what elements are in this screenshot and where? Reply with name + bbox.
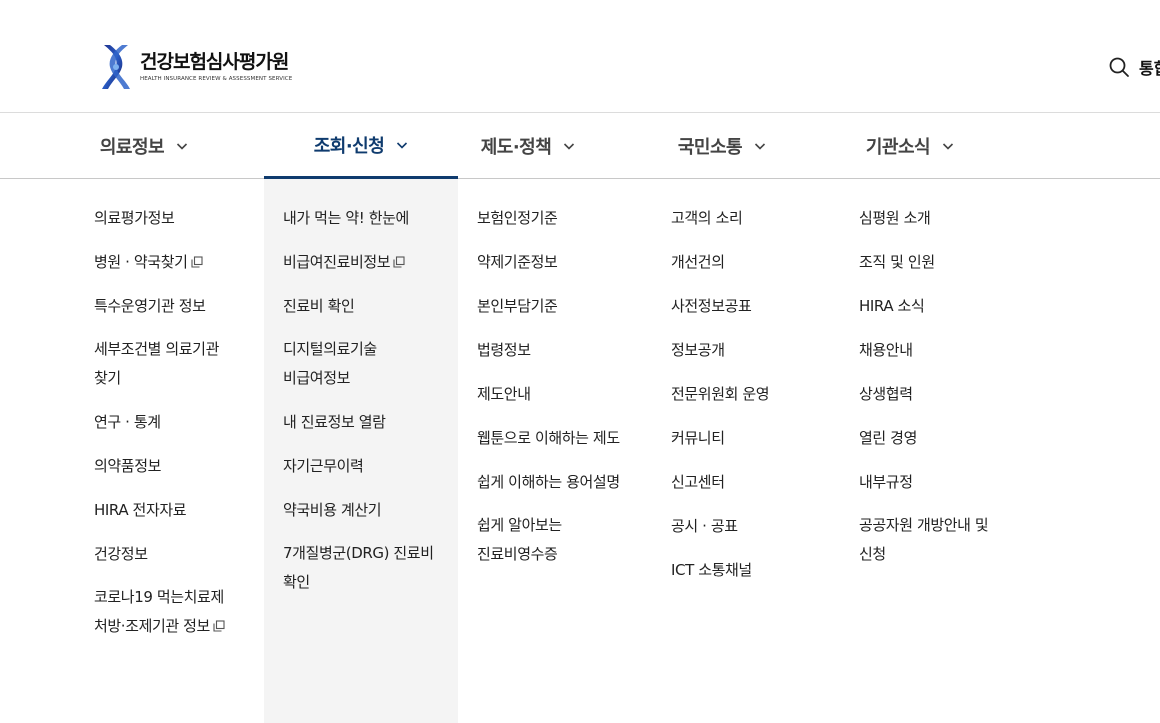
menu-item-detailed-institution-search[interactable]: 세부조건별 의료기관 찾기 — [94, 335, 259, 393]
menu-item-covid-treatment[interactable]: 코로나19 먹는치료제 처방·조제기관 정보 — [94, 583, 259, 641]
logo-title: 건강보험심사평가원 — [140, 51, 289, 73]
menu-item-customer-voice[interactable]: 고객의 소리 — [671, 203, 841, 233]
menu-column-system-policy: 보험인정기준 약제기준정보 본인부담기준 법령정보 제도안내 웹툰으로 이해하는… — [477, 203, 652, 583]
new-window-icon — [393, 256, 405, 268]
menu-item-my-medical-records[interactable]: 내 진료정보 열람 — [283, 407, 453, 437]
menu-item-hira-intro[interactable]: 심평원 소개 — [859, 203, 1029, 233]
menu-item-special-institution[interactable]: 특수운영기관 정보 — [94, 291, 259, 321]
menu-item-medical-cost-check[interactable]: 진료비 확인 — [283, 291, 453, 321]
search-label: 통합 — [1139, 59, 1160, 78]
menu-item-my-medicine[interactable]: 내가 먹는 약! 한눈에 — [283, 203, 453, 233]
menu-item-ict-channel[interactable]: ICT 소통채널 — [671, 555, 841, 585]
hira-logo-icon — [102, 45, 130, 89]
menu-item-digital-medical-tech[interactable]: 디지털의료기술 비급여정보 — [283, 335, 453, 393]
menu-column-public-communication: 고객의 소리 개선건의 사전정보공표 정보공개 전문위원회 운영 커뮤니티 신고… — [671, 203, 841, 599]
menu-item-pharmacy-calculator[interactable]: 약국비용 계산기 — [283, 495, 453, 525]
menu-item-glossary[interactable]: 쉽게 이해하는 용어설명 — [477, 467, 652, 497]
menu-item-info-disclosure[interactable]: 정보공개 — [671, 335, 841, 365]
gnb-item-agency-news[interactable]: 기관소식 — [840, 113, 980, 178]
menu-item-drug-criteria[interactable]: 약제기준정보 — [477, 247, 652, 277]
gnb-item-inquiry-application[interactable]: 조회·신청 — [264, 113, 458, 179]
menu-item-public-resource-open[interactable]: 공공자원 개방안내 및 신청 — [859, 511, 1029, 569]
menu-item-health-info[interactable]: 건강정보 — [94, 539, 259, 569]
menu-item-internal-regulations[interactable]: 내부규정 — [859, 467, 1029, 497]
menu-item-medical-evaluation[interactable]: 의료평가정보 — [94, 203, 259, 233]
global-nav: 의료정보 조회·신청 제도·정책 국민소통 기관소식 — [0, 113, 1160, 179]
menu-item-hira-news[interactable]: HIRA 소식 — [859, 291, 1029, 321]
gnb-item-medical-info[interactable]: 의료정보 — [74, 113, 214, 178]
menu-item-drg-cost-check[interactable]: 7개질병군(DRG) 진료비 확인 — [283, 539, 453, 597]
menu-column-medical-info: 의료평가정보 병원 · 약국찾기 특수운영기관 정보 세부조건별 의료기관 찾기 … — [94, 203, 259, 655]
mega-menu: 의료평가정보 병원 · 약국찾기 특수운영기관 정보 세부조건별 의료기관 찾기 … — [0, 179, 1160, 723]
gnb-label: 의료정보 — [99, 136, 165, 158]
gnb-label: 조회·신청 — [313, 135, 385, 157]
new-window-icon — [190, 256, 203, 268]
menu-item-legal-info[interactable]: 법령정보 — [477, 335, 652, 365]
menu-item-win-win-cooperation[interactable]: 상생협력 — [859, 379, 1029, 409]
chevron-down-icon — [397, 141, 408, 149]
menu-item-copayment-criteria[interactable]: 본인부담기준 — [477, 291, 652, 321]
chevron-down-icon — [564, 142, 575, 150]
gnb-label: 기관소식 — [865, 136, 931, 158]
site-logo[interactable]: 건강보험심사평가원 HEALTH INSURANCE REVIEW & ASSE… — [98, 42, 292, 92]
menu-item-expert-committee[interactable]: 전문위원회 운영 — [671, 379, 841, 409]
menu-item-recruitment[interactable]: 채용안내 — [859, 335, 1029, 365]
menu-item-open-management[interactable]: 열린 경영 — [859, 423, 1029, 453]
menu-item-research-statistics[interactable]: 연구 · 통계 — [94, 407, 259, 437]
menu-item-announcement[interactable]: 공시 · 공표 — [671, 511, 841, 541]
menu-item-non-covered-cost[interactable]: 비급여진료비정보 — [283, 247, 453, 277]
menu-item-organization[interactable]: 조직 및 인원 — [859, 247, 1029, 277]
menu-column-agency-news: 심평원 소개 조직 및 인원 HIRA 소식 채용안내 상생협력 열린 경영 내… — [859, 203, 1029, 583]
gnb-label: 제도·정책 — [480, 136, 552, 158]
menu-item-hospital-pharmacy-search[interactable]: 병원 · 약국찾기 — [94, 247, 259, 277]
gnb-item-public-communication[interactable]: 국민소통 — [652, 113, 792, 178]
integrated-search-button[interactable]: 통합 — [1108, 55, 1160, 79]
menu-item-insurance-criteria[interactable]: 보험인정기준 — [477, 203, 652, 233]
search-icon — [1109, 57, 1129, 77]
gnb-item-system-policy[interactable]: 제도·정책 — [458, 113, 598, 178]
menu-item-work-history[interactable]: 자기근무이력 — [283, 451, 453, 481]
gnb-label: 국민소통 — [677, 136, 743, 158]
chevron-down-icon — [177, 142, 188, 150]
menu-item-drug-info[interactable]: 의약품정보 — [94, 451, 259, 481]
chevron-down-icon — [755, 142, 766, 150]
chevron-down-icon — [943, 142, 954, 150]
menu-item-receipt-guide[interactable]: 쉽게 알아보는 진료비영수증 — [477, 511, 652, 569]
menu-item-community[interactable]: 커뮤니티 — [671, 423, 841, 453]
menu-item-prior-disclosure[interactable]: 사전정보공표 — [671, 291, 841, 321]
logo-subtitle: HEALTH INSURANCE REVIEW & ASSESSMENT SER… — [140, 76, 293, 82]
menu-item-system-guide[interactable]: 제도안내 — [477, 379, 652, 409]
menu-item-webtoon-system[interactable]: 웹툰으로 이해하는 제도 — [477, 423, 652, 453]
site-header: 건강보험심사평가원 HEALTH INSURANCE REVIEW & ASSE… — [0, 0, 1160, 113]
new-window-icon — [213, 620, 225, 632]
menu-column-inquiry-application: 내가 먹는 약! 한눈에 비급여진료비정보 진료비 확인 디지털의료기술 비급여정… — [283, 203, 453, 611]
menu-item-hira-e-data[interactable]: HIRA 전자자료 — [94, 495, 259, 525]
menu-item-improvement-suggestion[interactable]: 개선건의 — [671, 247, 841, 277]
menu-item-report-center[interactable]: 신고센터 — [671, 467, 841, 497]
